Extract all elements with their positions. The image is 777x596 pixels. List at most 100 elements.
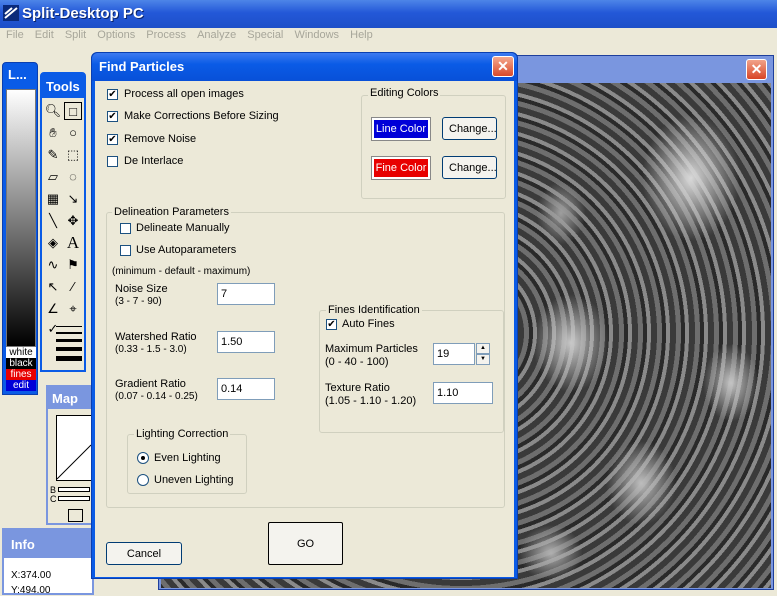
max-particles-range: (0 - 40 - 100) [325,356,389,368]
menu-analyze[interactable]: Analyze [197,28,236,41]
watershed-ratio-label: Watershed Ratio [115,331,197,343]
map-window-title[interactable]: Map [48,387,92,409]
max-particles-label: Maximum Particles [325,343,418,355]
gradient-ratio-input[interactable] [217,378,275,400]
dialog-body: ✔ Process all open images ✔ Make Correct… [95,81,514,577]
auto-fines-checkbox[interactable]: ✔ [326,319,337,330]
editing-colors-title: Editing Colors [368,87,441,99]
remove-noise-checkbox[interactable]: ✔ [107,134,118,145]
lut-black-label[interactable]: black [6,358,36,369]
info-window-title[interactable]: Info [4,530,92,558]
remove-noise-label: Remove Noise [124,133,197,145]
tools-window-title[interactable]: Tools [42,74,84,98]
hand-icon[interactable]: ✋︎ [44,124,62,142]
polyline-icon[interactable]: ↘ [64,190,82,208]
app-icon [3,5,19,21]
spinner-down-icon[interactable]: ▼ [476,354,490,365]
measure-icon[interactable]: ⚑ [64,256,82,274]
lut-white-label[interactable]: white [6,347,36,358]
editing-colors-group [361,95,506,199]
lasso-icon[interactable]: ◌ [64,168,82,186]
map-b-slider[interactable] [58,487,90,492]
checkmark-icon[interactable]: ✓ [44,320,62,338]
auto-fines-label: Auto Fines [342,318,395,330]
use-autoparameters-checkbox[interactable] [120,245,131,256]
fill-icon[interactable]: ◈ [44,234,62,252]
menu-process[interactable]: Process [146,28,186,41]
even-lighting-radio[interactable] [137,452,149,464]
lut-fines-label[interactable]: fines [6,369,36,380]
line-width-3[interactable] [56,339,82,342]
pencil-icon[interactable]: ✎ [44,146,62,164]
menu-edit[interactable]: Edit [35,28,54,41]
process-all-label: Process all open images [124,88,244,100]
magnifier-icon[interactable]: 🔍︎ [44,102,62,120]
profile-icon[interactable]: ∿ [44,256,62,274]
line-width-1[interactable] [56,326,82,327]
target-icon[interactable]: ⌖ [64,300,82,318]
watershed-ratio-input[interactable] [217,331,275,353]
map-reset-icon[interactable] [68,509,83,522]
dialog-close-button[interactable]: ✕ [492,56,514,77]
info-y-readout: Y:494.00 [11,585,51,596]
angle-icon[interactable]: ∠ [44,300,62,318]
menu-split[interactable]: Split [65,28,86,41]
map-c-label: C [50,494,57,504]
texture-ratio-label: Texture Ratio [325,382,390,394]
watershed-ratio-range: (0.33 - 1.5 - 3.0) [115,344,187,355]
arrow-icon[interactable]: ↖ [44,278,62,296]
map-curve[interactable] [56,415,92,481]
delineate-manually-checkbox[interactable] [120,223,131,234]
menu-windows[interactable]: Windows [294,28,339,41]
de-interlace-checkbox[interactable] [107,156,118,167]
map-window: Map B C [46,385,94,525]
menu-bar: File Edit Split Options Process Analyze … [0,28,777,46]
eraser-icon[interactable]: ▱ [44,168,62,186]
line-width-4[interactable] [56,347,82,351]
spinner-up-icon[interactable]: ▲ [476,343,490,354]
change-fine-color-button[interactable]: Change... [442,156,497,179]
gradient-ratio-label: Gradient Ratio [115,378,186,390]
lighting-title: Lighting Correction [134,428,231,440]
text-tool-icon[interactable]: A [64,234,82,252]
texture-ratio-input[interactable] [433,382,493,404]
line-icon[interactable]: ╲ [44,212,62,230]
menu-help[interactable]: Help [350,28,373,41]
crosshair-icon[interactable]: ✥ [64,212,82,230]
process-all-checkbox[interactable]: ✔ [107,89,118,100]
line-color-swatch[interactable]: Line Color [371,117,431,141]
make-corrections-checkbox[interactable]: ✔ [107,111,118,122]
rect-select-icon[interactable]: □ [64,102,82,120]
map-c-slider[interactable] [58,496,90,501]
noise-size-input[interactable] [217,283,275,305]
dotted-rect-icon[interactable]: ⬚ [64,146,82,164]
info-window: Info X:374.00 Y:494.00 [2,528,94,596]
gradient-ratio-range: (0.07 - 0.14 - 0.25) [115,391,198,402]
make-corrections-label: Make Corrections Before Sizing [124,110,279,122]
brush-icon[interactable]: ▦ [44,190,62,208]
info-x-readout: X:374.00 [11,570,52,581]
change-line-color-button[interactable]: Change... [442,117,497,140]
fine-color-swatch[interactable]: Fine Color [371,156,431,180]
cancel-button[interactable]: Cancel [106,542,182,565]
uneven-lighting-label: Uneven Lighting [154,474,234,486]
go-button[interactable]: GO [268,522,343,565]
delineate-manually-label: Delineate Manually [136,222,230,234]
lut-window-title[interactable]: L... [8,67,27,82]
menu-special[interactable]: Special [247,28,283,41]
dialog-titlebar[interactable]: Find Particles ✕ [92,53,517,81]
max-particles-input[interactable] [433,343,475,365]
delineation-title: Delineation Parameters [112,206,231,218]
image-window-close-button[interactable]: ✕ [746,59,767,80]
ellipse-select-icon[interactable]: ○ [64,124,82,142]
lut-gradient[interactable] [6,89,36,347]
menu-file[interactable]: File [6,28,24,41]
eyedropper-icon[interactable]: ∕ [64,278,82,296]
uneven-lighting-radio[interactable] [137,474,149,486]
menu-options[interactable]: Options [97,28,135,41]
line-width-2[interactable] [56,332,82,334]
line-width-5[interactable] [56,356,82,361]
lut-edit-label[interactable]: edit [6,380,36,391]
app-titlebar: Split-Desktop PC [0,0,777,28]
lut-window: L... white black fines edit [2,62,38,395]
